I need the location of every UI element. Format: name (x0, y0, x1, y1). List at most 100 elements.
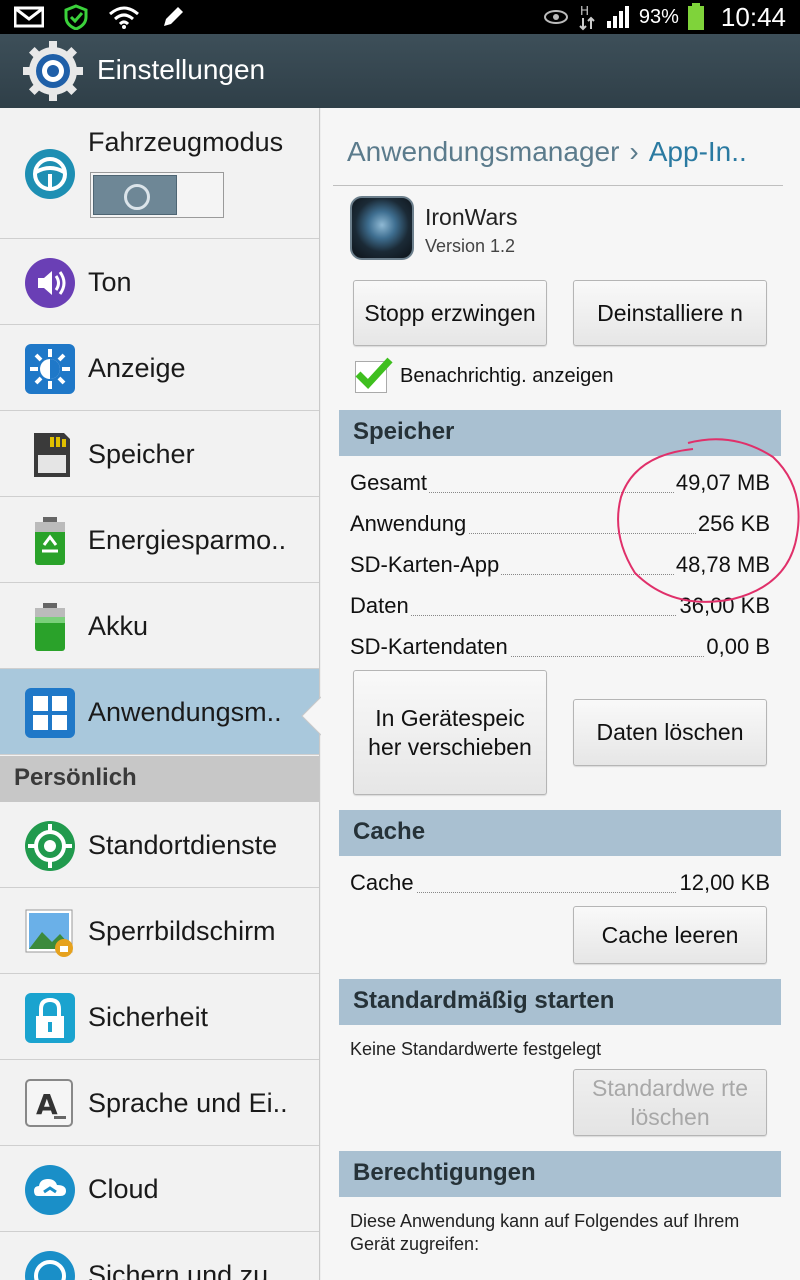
breadcrumb-current: App-In.. (648, 136, 747, 167)
storage-row-sd-data: SD-Kartendaten 0,00 B (350, 634, 770, 664)
app-title: Einstellungen (97, 54, 266, 85)
eye-icon (543, 10, 568, 24)
notification-checkbox-label: Benachrichtig. anzeigen (400, 365, 614, 387)
row-value: 0,00 B (704, 634, 770, 660)
settings-item-label: Cloud (88, 1174, 159, 1204)
action-bar: Einstellungen (0, 34, 800, 108)
settings-item-sound[interactable]: Ton (0, 239, 319, 325)
wifi-icon (109, 6, 139, 29)
settings-item-label: Sprache und Ei.. (88, 1088, 288, 1118)
settings-item-label: Anwendungsm.. (88, 697, 282, 727)
settings-item-label: Anzeige (88, 353, 186, 383)
signal-icon (606, 6, 629, 28)
apps-grid-icon (25, 688, 75, 738)
storage-row-application: Anwendung 256 KB (350, 511, 770, 541)
cloud-icon (25, 1165, 75, 1215)
battery-recycle-icon (35, 517, 65, 565)
move-to-device-storage-button[interactable]: In Gerätespeic her verschieben (353, 670, 547, 795)
section-storage: Speicher (339, 410, 781, 456)
selection-pointer (301, 696, 322, 736)
breadcrumb-parent[interactable]: Anwendungsmanager (347, 136, 619, 167)
section-launch-by-default: Standardmäßig starten (339, 979, 781, 1025)
data-transfer-icon: H (579, 4, 595, 31)
settings-item-security[interactable]: Sicherheit (0, 974, 319, 1060)
clock: 10:44 (720, 1, 786, 32)
section-cache: Cache (339, 810, 781, 856)
settings-item-label: Speicher (88, 439, 195, 469)
section-title: Standardmäßig starten (353, 987, 615, 1014)
settings-gear-icon[interactable] (22, 40, 84, 102)
settings-item-car-mode[interactable]: Fahrzeugmodus (0, 108, 319, 239)
row-value: 48,78 MB (673, 552, 770, 578)
row-value: 12,00 KB (677, 870, 770, 896)
storage-row-data: Daten 36,00 KB (350, 593, 770, 623)
settings-item-label: Fahrzeugmodus (88, 127, 284, 157)
pencil-icon (164, 7, 183, 26)
settings-item-location[interactable]: Standortdienste (0, 802, 319, 888)
brightness-icon (25, 344, 75, 394)
settings-item-power-saving[interactable]: Energiesparmo.. (0, 497, 319, 583)
row-label: Gesamt (350, 470, 430, 496)
settings-item-label: Sperrbildschirm (88, 916, 276, 946)
shield-icon (64, 4, 88, 30)
section-header-label: Persönlich (14, 764, 137, 791)
row-label: Anwendung (350, 511, 469, 537)
clear-data-button[interactable]: Daten löschen (573, 699, 767, 766)
settings-item-label: Sicherheit (88, 1002, 209, 1032)
gmail-icon (14, 6, 44, 28)
row-label: Cache (350, 870, 416, 896)
divider (333, 185, 783, 186)
settings-item-battery[interactable]: Akku (0, 583, 319, 669)
settings-item-storage[interactable]: Speicher (0, 411, 319, 497)
battery-icon (687, 3, 704, 30)
row-label: Daten (350, 593, 411, 619)
settings-item-label: Sichern und zu.. (88, 1260, 284, 1280)
section-title: Cache (353, 818, 426, 845)
backup-icon (25, 1251, 75, 1280)
settings-item-application-manager[interactable]: Anwendungsm.. (0, 669, 319, 755)
settings-item-display[interactable]: Anzeige (0, 325, 319, 411)
settings-item-language-input[interactable]: A Sprache und Ei.. (0, 1060, 319, 1146)
breadcrumb: Anwendungsmanager › App-In.. (347, 136, 747, 168)
settings-item-label: Energiesparmo.. (88, 525, 287, 555)
location-icon (25, 821, 75, 871)
force-stop-button[interactable]: Stopp erzwingen (353, 280, 547, 346)
battery-icon (35, 603, 65, 651)
clear-defaults-button[interactable]: Standardwe rte löschen (573, 1069, 767, 1136)
breadcrumb-separator-icon: › (629, 136, 639, 167)
row-value: 49,07 MB (673, 470, 770, 496)
lockscreen-icon (25, 909, 73, 957)
checkmark-icon (355, 357, 393, 390)
row-value: 256 KB (695, 511, 770, 537)
app-icon (350, 196, 414, 260)
steering-wheel-icon (25, 149, 75, 199)
settings-item-label: Standortdienste (88, 830, 278, 860)
status-bar: H 93% 10:44 (0, 0, 800, 34)
settings-item-lock-screen[interactable]: Sperrbildschirm (0, 888, 319, 974)
settings-item-label: Ton (88, 267, 132, 297)
row-label: SD-Kartendaten (350, 634, 510, 660)
clear-cache-button[interactable]: Cache leeren (573, 906, 767, 964)
settings-item-label: Akku (88, 611, 149, 641)
cache-row: Cache 12,00 KB (350, 870, 770, 900)
settings-item-backup[interactable]: Sichern und zu.. (0, 1232, 319, 1280)
settings-item-cloud[interactable]: Cloud (0, 1146, 319, 1232)
keyboard-letter-icon: A (25, 1079, 73, 1127)
battery-percent: 93% (638, 5, 679, 28)
app-version: Version 1.2 (425, 236, 516, 256)
section-title: Berechtigungen (353, 1159, 536, 1186)
speaker-icon (25, 258, 75, 308)
section-title: Speicher (353, 418, 455, 445)
lock-icon (25, 993, 75, 1043)
row-label: SD-Karten-App (350, 552, 502, 578)
settings-category-list: Fahrzeugmodus Ton Anzeige Speicher Energ… (0, 108, 320, 1280)
notification-checkbox[interactable] (355, 357, 393, 393)
uninstall-button[interactable]: Deinstalliere n (573, 280, 767, 346)
section-permissions: Berechtigungen (339, 1151, 781, 1197)
permissions-note: Diese Anwendung kann auf Folgendes auf I… (350, 1211, 740, 1254)
row-value: 36,00 KB (677, 593, 770, 619)
car-mode-toggle[interactable] (90, 172, 224, 218)
app-info-panel: Anwendungsmanager › App-In.. IronWars Vers… (321, 108, 800, 1280)
toggle-knob[interactable] (93, 175, 177, 215)
app-name: IronWars (425, 204, 518, 230)
